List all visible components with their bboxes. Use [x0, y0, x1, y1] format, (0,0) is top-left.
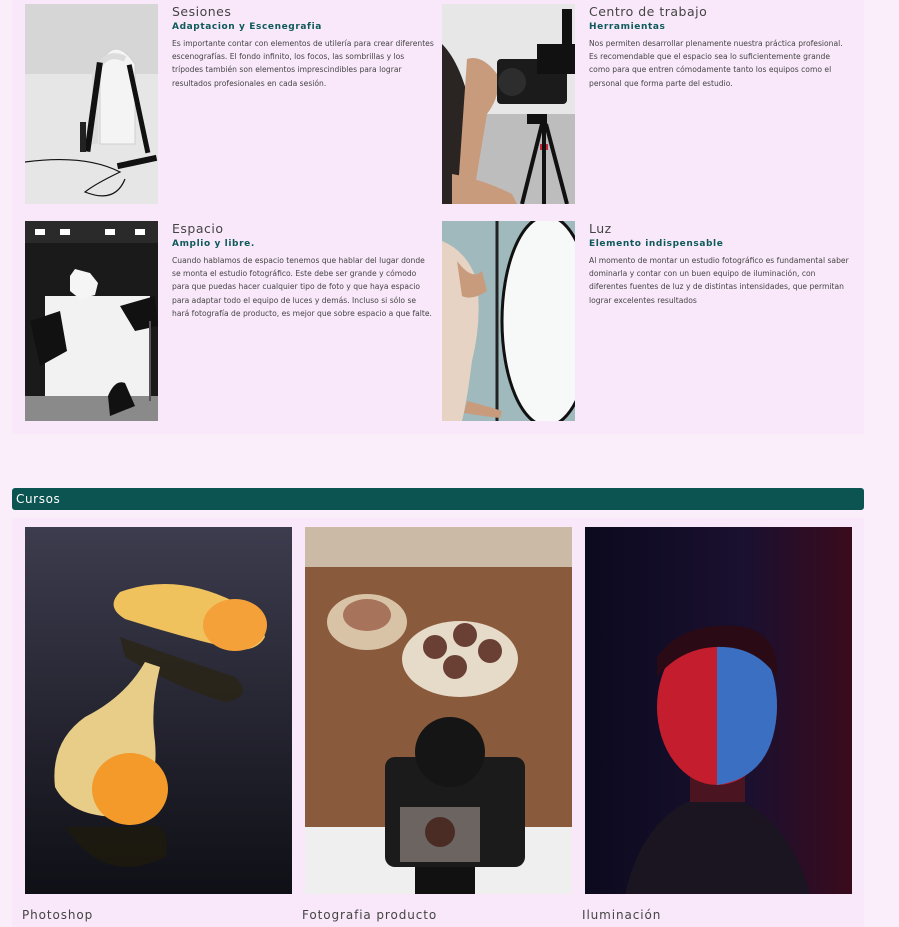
course-card-iluminacion[interactable]: Iluminación	[582, 527, 852, 922]
feature-title: Luz	[589, 221, 612, 236]
feature-centro-de-trabajo: Centro de trabajo Herramientas Nos permi…	[442, 4, 852, 209]
course-name: Fotografia producto	[302, 908, 438, 922]
feature-body: Nos permiten desarrollar plenamente nues…	[589, 39, 843, 88]
feature-title: Espacio	[172, 221, 224, 236]
feature-title: Centro de trabajo	[589, 4, 708, 19]
luz-image[interactable]	[442, 221, 575, 421]
espacio-image[interactable]	[25, 221, 158, 421]
feature-subtitle: Herramientas	[589, 22, 666, 32]
courses-section-title: Cursos	[16, 492, 61, 506]
courses-section-header: Cursos	[12, 488, 864, 510]
centro-de-trabajo-image[interactable]	[442, 4, 575, 204]
feature-luz: Luz Elemento indispensable Al momento de…	[442, 221, 852, 426]
feature-title: Sesiones	[172, 4, 232, 19]
course-image[interactable]	[585, 527, 852, 894]
feature-body: Cuando hablamos de espacio tenemos que h…	[172, 256, 432, 318]
course-name: Photoshop	[22, 908, 94, 922]
feature-subtitle: Adaptacion y Escenegrafia	[172, 22, 322, 32]
feature-espacio: Espacio Amplio y libre. Cuando hablamos …	[25, 221, 435, 426]
course-image[interactable]	[305, 527, 572, 894]
sesiones-image[interactable]	[25, 4, 158, 204]
course-name: Iluminación	[582, 908, 662, 922]
course-image[interactable]	[25, 527, 292, 894]
feature-subtitle: Amplio y libre.	[172, 239, 255, 249]
feature-body: Es importante contar con elementos de ut…	[172, 39, 434, 88]
feature-body: Al momento de montar un estudio fotográf…	[589, 256, 849, 305]
course-card-photoshop[interactable]: Photoshop	[22, 527, 292, 922]
feature-subtitle: Elemento indispensable	[589, 239, 724, 249]
feature-sesiones: Sesiones Adaptacion y Escenegrafia Es im…	[25, 4, 435, 209]
course-card-fotografia-producto[interactable]: Fotografia producto	[302, 527, 572, 922]
